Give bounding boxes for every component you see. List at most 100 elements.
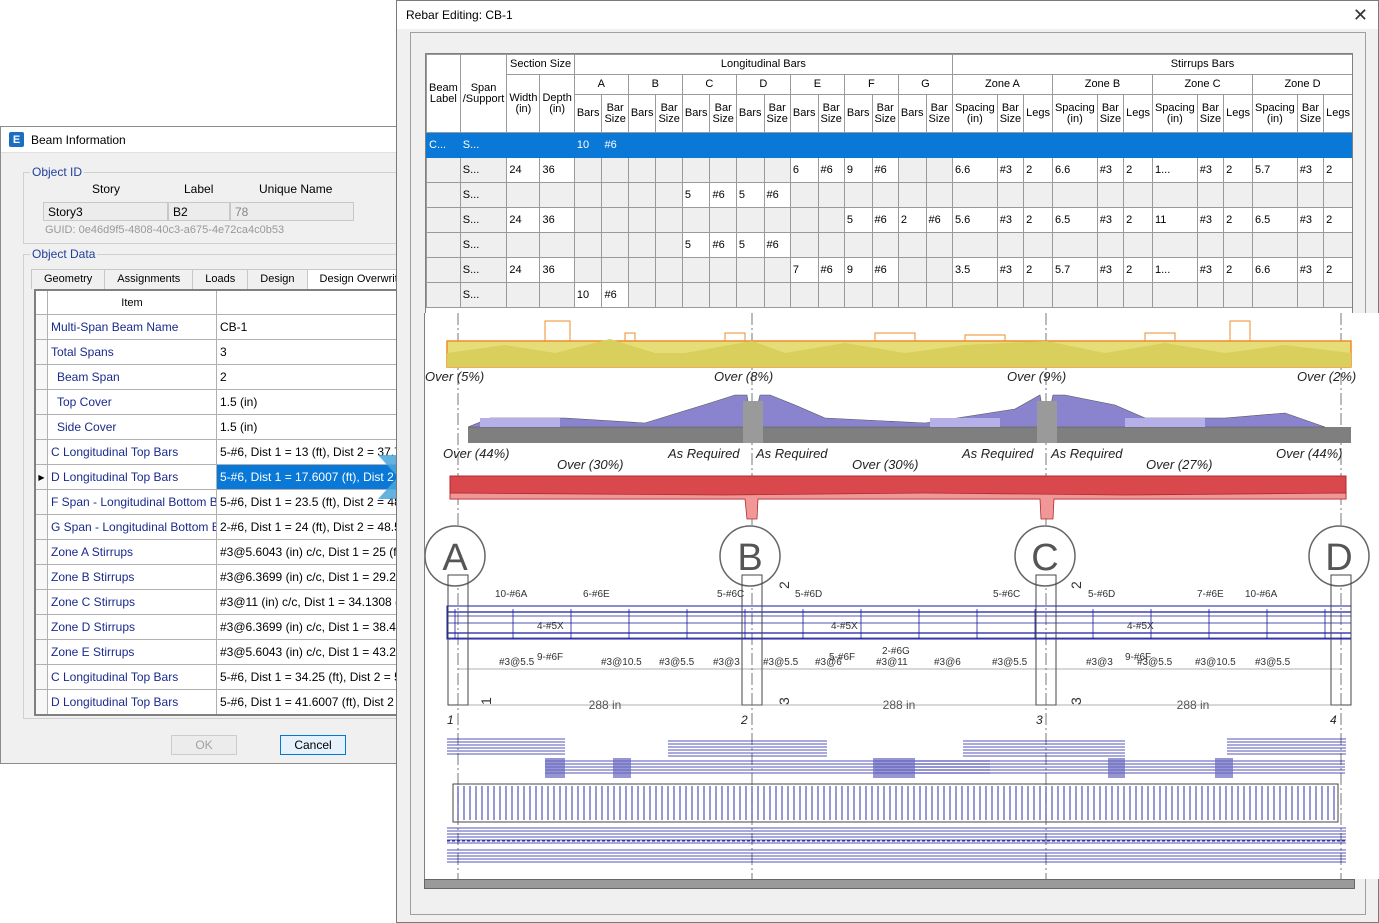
rebar-cell[interactable]: #3: [996, 257, 1025, 283]
rebar-cell[interactable]: [681, 257, 711, 283]
rebar-cell[interactable]: [817, 232, 845, 258]
rebar-cell[interactable]: [735, 257, 765, 283]
rebar-cell[interactable]: [897, 157, 927, 183]
tab-geometry[interactable]: Geometry: [31, 269, 106, 289]
property-row[interactable]: Zone B Stirrups #3@6.3699 (in) c/c, Dist …: [36, 565, 411, 590]
ok-button[interactable]: OK: [171, 735, 237, 755]
rebar-cell[interactable]: S...: [459, 232, 508, 258]
property-row[interactable]: Side Cover 1.5 (in): [36, 415, 411, 440]
rebar-cell[interactable]: [539, 232, 575, 258]
rebar-cell[interactable]: 10: [573, 282, 603, 308]
rebar-cell[interactable]: [1296, 182, 1325, 208]
rebar-cell[interactable]: #3: [1296, 157, 1325, 183]
rebar-cell[interactable]: 5.6: [1353, 208, 1354, 233]
rebar-cell[interactable]: 6.5: [1251, 207, 1298, 233]
rebar-cell[interactable]: [817, 182, 845, 208]
rebar-cell[interactable]: 5: [735, 182, 765, 208]
rebar-cell[interactable]: [506, 232, 541, 258]
rebar-cell[interactable]: 2: [1123, 207, 1153, 233]
rebar-cell[interactable]: [573, 182, 603, 208]
rebar-cell[interactable]: [789, 232, 819, 258]
rebar-cell[interactable]: [1323, 132, 1352, 158]
rebar-cell[interactable]: [951, 282, 998, 308]
rebar-cell[interactable]: 3.5: [951, 257, 998, 283]
rebar-cell[interactable]: 5: [735, 232, 765, 258]
rebar-cell[interactable]: [817, 282, 845, 308]
rebar-cell[interactable]: [951, 232, 998, 258]
rebar-cell[interactable]: #3: [1196, 207, 1225, 233]
rebar-cell[interactable]: [1323, 232, 1352, 258]
rebar-cell[interactable]: [1296, 282, 1325, 308]
rebar-cell[interactable]: [996, 232, 1025, 258]
rebar-cell[interactable]: 2: [1223, 207, 1253, 233]
rebar-cell[interactable]: 9: [843, 157, 873, 183]
rebar-cell[interactable]: [1051, 282, 1098, 308]
rebar-cell[interactable]: [817, 132, 845, 158]
rebar-cell[interactable]: [426, 257, 461, 283]
property-value[interactable]: #3@6.3699 (in) c/c, Dist 1 = 38.4 (ft),: [217, 615, 411, 639]
property-value[interactable]: 5-#6, Dist 1 = 41.6007 (ft), Dist 2 = 54: [217, 690, 411, 714]
rebar-cell[interactable]: [573, 157, 603, 183]
rebar-cell[interactable]: S...: [459, 257, 508, 283]
rebar-cell[interactable]: [709, 157, 737, 183]
rebar-cell[interactable]: [1251, 232, 1298, 258]
rebar-cell[interactable]: 6.6: [1051, 157, 1098, 183]
rebar-cell[interactable]: 1...: [1151, 257, 1198, 283]
rebar-cell[interactable]: [1196, 182, 1225, 208]
rebar-cell[interactable]: 11: [1151, 207, 1198, 233]
rebar-cell[interactable]: [627, 157, 657, 183]
rebar-cell[interactable]: [897, 182, 927, 208]
rebar-cell[interactable]: 6.6: [951, 157, 998, 183]
rebar-table-row[interactable]: S... 5 #6 5 #6: [426, 182, 1352, 208]
rebar-cell[interactable]: [627, 282, 657, 308]
rebar-cell[interactable]: [817, 207, 845, 233]
rebar-cell[interactable]: [763, 257, 791, 283]
rebar-cell[interactable]: [996, 282, 1025, 308]
rebar-cell[interactable]: #6: [763, 232, 791, 258]
rebar-cell[interactable]: [539, 182, 575, 208]
property-row[interactable]: Top Cover 1.5 (in): [36, 390, 411, 415]
rebar-cell[interactable]: [1023, 282, 1053, 308]
rebar-cell[interactable]: [1096, 182, 1125, 208]
rebar-table-row[interactable]: S... 5 #6 5 #6: [426, 232, 1352, 258]
rebar-cell[interactable]: [681, 157, 711, 183]
property-value[interactable]: 1.5 (in): [217, 390, 411, 414]
rebar-cell[interactable]: [1096, 232, 1125, 258]
rebar-cell[interactable]: [627, 132, 657, 158]
rebar-cell[interactable]: 2: [1123, 257, 1153, 283]
rebar-cell[interactable]: #3: [1096, 207, 1125, 233]
rebar-cell[interactable]: 5.6: [951, 207, 998, 233]
rebar-cell[interactable]: [1353, 133, 1354, 158]
property-value[interactable]: 2-#6, Dist 1 = 24 (ft), Dist 2 = 48.5 (f…: [217, 515, 411, 539]
property-row[interactable]: Zone C Stirrups #3@11 (in) c/c, Dist 1 = …: [36, 590, 411, 615]
rebar-cell[interactable]: [1023, 132, 1053, 158]
rebar-cell[interactable]: 2: [1323, 207, 1352, 233]
rebar-cell[interactable]: [681, 132, 711, 158]
rebar-cell[interactable]: [1151, 282, 1198, 308]
property-value[interactable]: 5-#6, Dist 1 = 34.25 (ft), Dist 2 = 59 (…: [217, 665, 411, 689]
rebar-cell[interactable]: [709, 207, 737, 233]
rebar-cell[interactable]: [1323, 182, 1352, 208]
rebar-cell[interactable]: 6.5: [1051, 207, 1098, 233]
property-value[interactable]: 3: [217, 340, 411, 364]
rebar-cell[interactable]: [996, 132, 1025, 158]
rebar-cell[interactable]: 24: [506, 157, 541, 183]
rebar-cell[interactable]: 5.7: [1051, 257, 1098, 283]
rebar-cell[interactable]: [1296, 232, 1325, 258]
rebar-cell[interactable]: [789, 182, 819, 208]
rebar-cell[interactable]: C...: [426, 132, 461, 158]
rebar-cell[interactable]: [627, 232, 657, 258]
rebar-cell[interactable]: [897, 232, 927, 258]
rebar-cell[interactable]: 2: [897, 207, 927, 233]
property-row[interactable]: C Longitudinal Top Bars 5-#6, Dist 1 = 13…: [36, 440, 411, 465]
rebar-cell[interactable]: [843, 132, 873, 158]
rebar-table-row[interactable]: S...24367#69#63.5#325.7#321...#326.6#326…: [426, 257, 1352, 283]
rebar-cell[interactable]: #6: [601, 282, 629, 308]
rebar-cell[interactable]: [925, 157, 953, 183]
rebar-cell[interactable]: [789, 132, 819, 158]
property-row[interactable]: Zone A Stirrups #3@5.6043 (in) c/c, Dist …: [36, 540, 411, 565]
rebar-table-row[interactable]: C... S... 10 #6: [426, 132, 1354, 158]
property-value[interactable]: CB-1: [217, 315, 411, 339]
rebar-table-row[interactable]: S... 10 #6: [426, 282, 1352, 308]
rebar-cell[interactable]: #3: [1296, 207, 1325, 233]
